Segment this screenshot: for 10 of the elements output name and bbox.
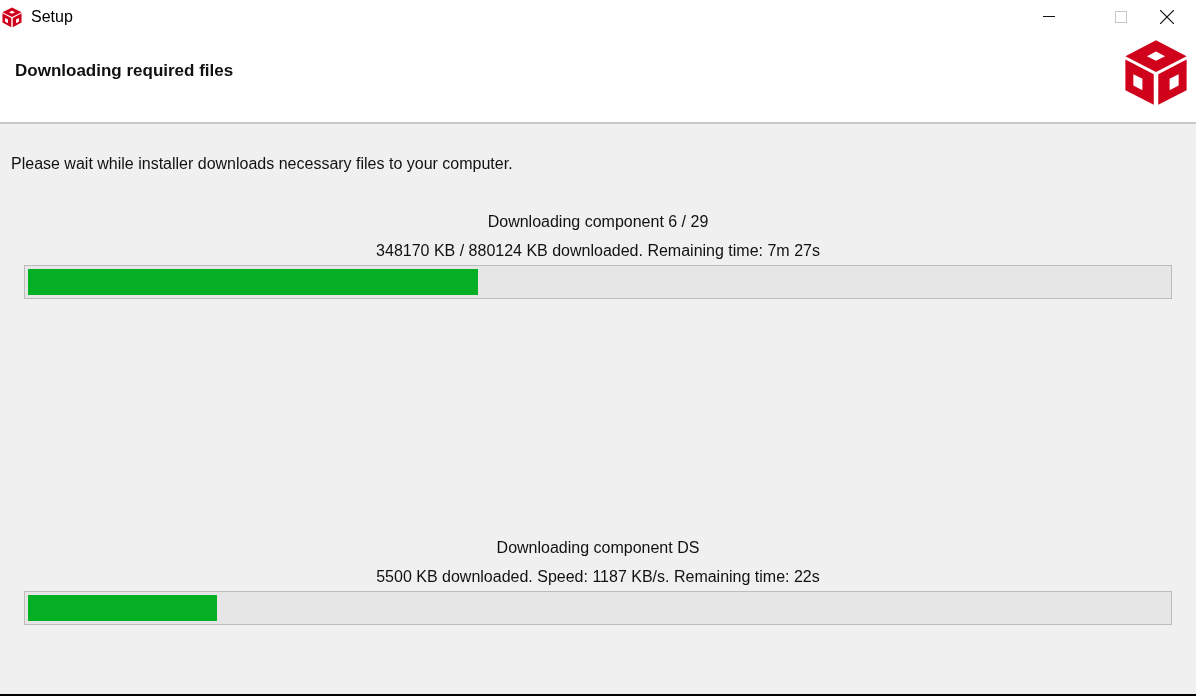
window-title: Setup <box>31 7 73 27</box>
minimize-icon <box>1043 16 1055 18</box>
close-icon <box>1160 10 1174 24</box>
instruction-text: Please wait while installer downloads necessary files to your computer. <box>11 154 514 174</box>
maximize-icon <box>1115 11 1127 23</box>
download-status: 348170 KB / 880124 KB downloaded. Remaining time: 7m 27s <box>376 241 820 261</box>
download-status: 5500 KB downloaded. Speed: 1187 KB/s. Remaining time: 22s <box>376 567 820 587</box>
page-heading: Downloading required files <box>15 60 234 83</box>
download-heading: Downloading component 6 / 29 <box>487 212 709 232</box>
download-heading: Downloading component DS <box>496 538 700 558</box>
